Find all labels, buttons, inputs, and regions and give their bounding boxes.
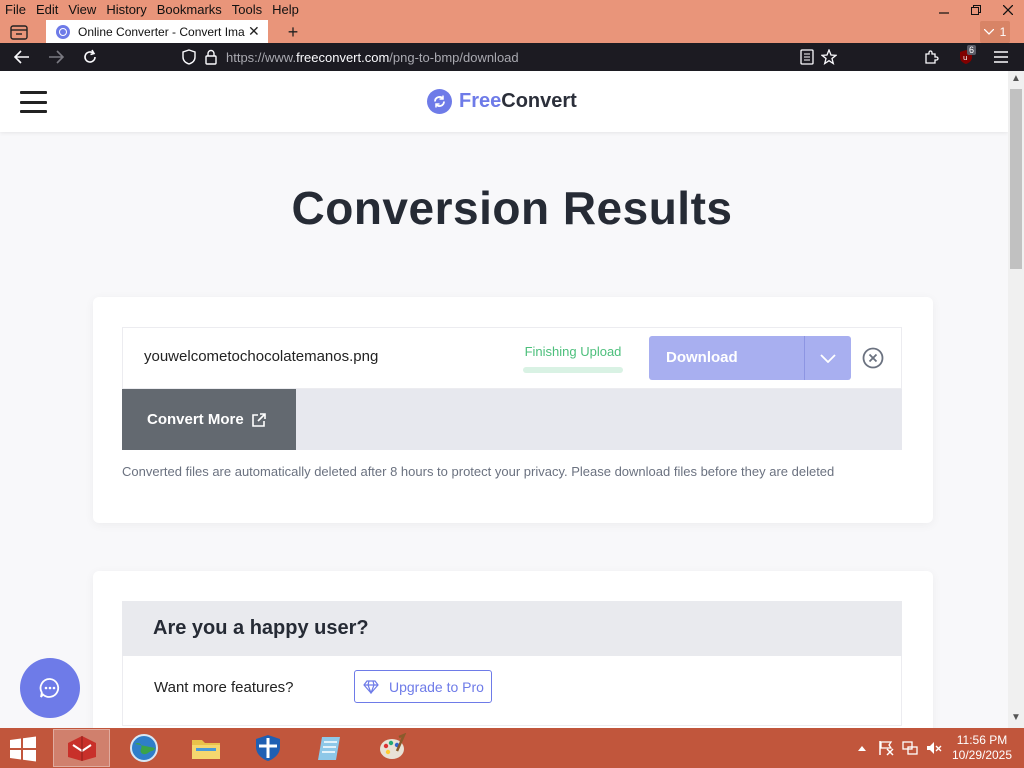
taskbar-app-red-icon[interactable] (53, 729, 110, 767)
tab-count: 1 (999, 25, 1007, 39)
logo-text-convert: Convert (501, 90, 577, 112)
page-title: Conversion Results (291, 182, 733, 234)
file-row: youwelcometochocolatemanos.png Finishing… (122, 327, 902, 389)
page-viewport: Free Convert Conversion Results youwelcom… (0, 71, 1008, 728)
navigation-toolbar: https://www.freeconvert.com/png-to-bmp/d… (0, 43, 1024, 71)
svg-text:u: u (963, 54, 967, 62)
download-button[interactable]: Download (649, 336, 851, 380)
windows-taskbar: 11:56 PM 10/29/2025 (0, 728, 1024, 768)
shield-icon[interactable] (180, 48, 198, 66)
minimize-icon (939, 12, 949, 14)
happy-user-title: Are you a happy user? (153, 617, 369, 639)
url-text[interactable]: https://www.freeconvert.com/png-to-bmp/d… (226, 50, 519, 65)
scroll-up-arrow-icon[interactable]: ▲ (1011, 73, 1021, 84)
tab-online-converter[interactable]: Online Converter - Convert Ima ✕ (46, 20, 268, 43)
convert-more-button[interactable]: Convert More (122, 389, 296, 450)
forward-button[interactable] (45, 47, 67, 67)
happy-user-body: Want more features? Upgrade to Pro (122, 656, 902, 726)
network-icon[interactable] (902, 740, 918, 756)
site-header: Free Convert (0, 71, 1008, 132)
menu-file[interactable]: File (0, 0, 31, 20)
restore-button[interactable] (960, 0, 992, 20)
privacy-note: Converted files are automatically delete… (122, 464, 835, 479)
upload-status-text: Finishing Upload (524, 344, 622, 359)
menu-help[interactable]: Help (267, 0, 304, 20)
menu-edit[interactable]: Edit (31, 0, 63, 20)
freeconvert-logo-icon (427, 89, 452, 114)
extensions-button[interactable] (920, 47, 942, 67)
firefox-view-icon (10, 25, 28, 40)
back-arrow-icon (14, 50, 29, 64)
conversion-results-card: youwelcometochocolatemanos.png Finishing… (93, 297, 933, 523)
file-name: youwelcometochocolatemanos.png (144, 348, 379, 365)
upgrade-to-pro-label: Upgrade to Pro (389, 678, 484, 695)
scroll-down-arrow-icon[interactable]: ▼ (1011, 712, 1021, 723)
happy-user-card: Are you a happy user? Want more features… (93, 571, 933, 728)
ublock-count-badge: 6 (967, 45, 977, 55)
firefox-view-button[interactable] (6, 21, 32, 43)
restore-icon (971, 5, 981, 15)
freeconvert-favicon-icon (56, 24, 70, 39)
start-button-windows-icon[interactable] (8, 736, 38, 762)
close-window-button[interactable] (992, 0, 1024, 20)
taskbar-notepad-icon[interactable] (301, 729, 358, 767)
address-bar[interactable]: https://www.freeconvert.com/png-to-bmp/d… (174, 45, 844, 69)
upload-progress-bar (523, 367, 623, 373)
clock-date: 10/29/2025 (951, 748, 1013, 762)
happy-user-header: Are you a happy user? (122, 601, 902, 656)
bookmark-star-icon[interactable] (820, 48, 838, 66)
external-link-icon (251, 412, 266, 427)
scrollbar-thumb[interactable] (1010, 89, 1022, 269)
diamond-icon (363, 679, 379, 694)
upgrade-to-pro-button[interactable]: Upgrade to Pro (354, 670, 492, 703)
app-menu-button[interactable] (990, 47, 1012, 67)
chevron-down-icon (983, 29, 994, 35)
chat-bubble-icon (39, 678, 60, 698)
menu-view[interactable]: View (63, 0, 101, 20)
menu-history[interactable]: History (101, 0, 151, 20)
menu-tools[interactable]: Tools (227, 0, 267, 20)
reload-button[interactable] (79, 47, 101, 67)
reload-icon (84, 49, 96, 63)
remove-file-close-circle-icon[interactable] (862, 347, 884, 369)
taskbar-file-explorer-icon[interactable] (177, 729, 234, 767)
minimize-button[interactable] (928, 0, 960, 20)
taskbar-browser-globe-icon[interactable] (115, 729, 172, 767)
volume-muted-icon[interactable] (926, 740, 942, 756)
logo-text-free: Free (459, 90, 502, 112)
back-button[interactable] (11, 47, 33, 67)
list-all-tabs-button[interactable]: 1 (980, 21, 1010, 43)
freeconvert-logo[interactable]: Free Convert (427, 89, 577, 114)
chat-widget-button[interactable] (20, 658, 80, 718)
taskbar-paint-palette-icon[interactable] (363, 729, 420, 767)
tab-strip: Online Converter - Convert Ima ✕ + 1 (0, 20, 1024, 43)
download-label: Download (666, 349, 738, 366)
action-center-flag-icon[interactable] (878, 740, 894, 756)
window-controls (928, 0, 1024, 20)
page-scrollbar[interactable]: ▲ ▼ (1008, 71, 1024, 728)
tab-title: Online Converter - Convert Ima (78, 24, 245, 39)
hamburger-menu-icon (994, 51, 1008, 63)
taskbar-security-shield-icon[interactable] (239, 729, 296, 767)
reader-view-icon[interactable] (798, 48, 816, 66)
menubar: File Edit View History Bookmarks Tools H… (0, 0, 304, 20)
more-features-label: Want more features? (154, 679, 294, 696)
show-hidden-icons-chevron-up-icon[interactable] (854, 740, 870, 756)
close-icon (1003, 5, 1013, 15)
system-tray (850, 728, 946, 768)
download-options-chevron-icon[interactable] (805, 336, 851, 380)
clock-time: 11:56 PM (956, 733, 1008, 747)
browser-titlebar: File Edit View History Bookmarks Tools H… (0, 0, 1024, 43)
taskbar-clock[interactable]: 11:56 PM 10/29/2025 (942, 733, 1022, 763)
convert-more-strip: Convert More (122, 389, 902, 450)
convert-more-label: Convert More (147, 411, 244, 428)
lock-icon[interactable] (202, 48, 220, 66)
tab-close-icon[interactable]: ✕ (248, 23, 260, 40)
puzzle-icon (925, 50, 939, 64)
menu-bookmarks[interactable]: Bookmarks (152, 0, 227, 20)
site-menu-hamburger-icon[interactable] (20, 91, 47, 113)
forward-arrow-icon (49, 50, 64, 64)
upload-status: Finishing Upload (521, 344, 625, 373)
new-tab-plus-icon[interactable]: + (282, 21, 304, 43)
